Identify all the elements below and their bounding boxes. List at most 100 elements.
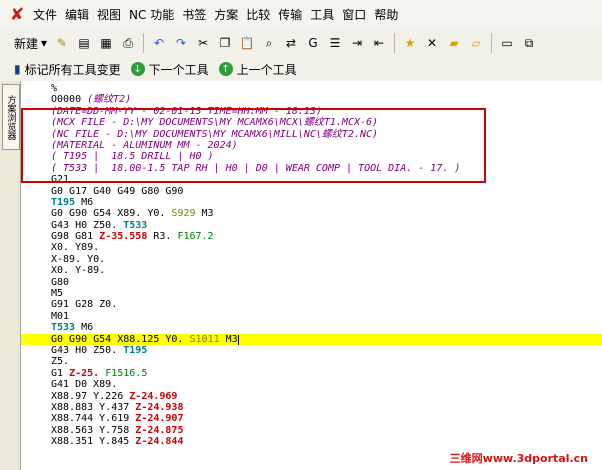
code-line[interactable]: X0. Y89. xyxy=(21,242,602,253)
code-line[interactable]: % xyxy=(21,83,602,94)
new-button[interactable]: 新建 ▾ xyxy=(0,35,51,52)
code-line[interactable]: X0. Y-89. xyxy=(21,265,602,276)
print-icon[interactable]: ⎙ xyxy=(118,33,138,53)
code-token: ( T533 | 18.00-1.5 TAP RH | H0 | D0 | WE… xyxy=(51,162,461,174)
tool-navigation-toolbar: ▮ 标记所有工具变更 ↓ 下一个工具 ↑ 上一个工具 xyxy=(0,57,602,82)
code-token: Z-24.907 xyxy=(135,413,184,425)
menu-edit[interactable]: 编辑 xyxy=(61,6,93,23)
app-logo-icon[interactable]: ✘ xyxy=(10,6,24,23)
code-line[interactable]: G0 G17 G40 G49 G80 G90 xyxy=(21,186,602,197)
arrow-down-icon: ↓ xyxy=(130,62,145,76)
menu-window[interactable]: 窗口 xyxy=(338,6,370,23)
code-line[interactable]: X-89. Y0. xyxy=(21,254,602,265)
code-line[interactable]: G43 H0 Z50. T195 xyxy=(21,345,602,356)
code-token: M6 xyxy=(75,196,94,208)
terminal-icon[interactable]: ▭ xyxy=(497,33,517,53)
watermark: 三维网www.3dportal.cn xyxy=(449,452,588,465)
code-line[interactable]: X88.97 Y.226 Z-24.969 xyxy=(21,391,602,402)
find-icon[interactable]: ⌕ xyxy=(259,33,279,53)
code-line[interactable]: ( T195 | 18.5 DRILL | H0 ) xyxy=(21,151,602,162)
code-line[interactable]: G41 D0 X89. xyxy=(21,379,602,390)
menu-project[interactable]: 方案 xyxy=(210,6,242,23)
folder-icon[interactable]: ▰ xyxy=(444,33,464,53)
code-line[interactable]: G43 H0 Z50. T533 xyxy=(21,220,602,231)
code-line[interactable]: ( T533 | 18.00-1.5 TAP RH | H0 | D0 | WE… xyxy=(21,163,602,174)
code-line[interactable]: G1 Z-25. F1516.5 xyxy=(21,368,602,379)
code-token: (DATE=DD-MM-YY - 02-01-13 TIME=HH:MM - 1… xyxy=(51,105,322,117)
code-token: % xyxy=(51,83,58,94)
code-token: T195 xyxy=(123,344,148,356)
code-line[interactable]: G80 xyxy=(21,277,602,288)
code-token: (NC FILE - D:\MY DOCUMENTS\MY MCAMX6\MIL… xyxy=(51,128,379,140)
code-token: G0 G90 G54 X88.125 Y0. xyxy=(51,333,190,345)
menu-file[interactable]: 文件 xyxy=(29,6,61,23)
code-line[interactable]: X88.563 Y.758 Z-24.875 xyxy=(21,425,602,436)
menu-bar: ✘ 文件 编辑 视图 NC 功能 书签 方案 比较 传输 工具 窗口 帮助 xyxy=(0,0,602,30)
code-line[interactable]: (MCX FILE - D:\MY DOCUMENTS\MY MCAMX6\MC… xyxy=(21,117,602,128)
code-token: O0000 xyxy=(51,94,88,106)
code-line[interactable]: M5 xyxy=(21,288,602,299)
next-tool-button[interactable]: ↓ 下一个工具 xyxy=(130,61,209,78)
code-line[interactable]: X88.351 Y.845 Z-24.844 xyxy=(21,436,602,447)
menu-bookmarks[interactable]: 书签 xyxy=(178,6,210,23)
code-line[interactable]: T533 M6 xyxy=(21,322,602,333)
project-browser-tab[interactable]: 方案浏览器 xyxy=(2,84,20,150)
code-token: X88.351 Y.845 xyxy=(51,436,136,448)
menu-transfer[interactable]: 传输 xyxy=(274,6,306,23)
previous-tool-button[interactable]: ↑ 上一个工具 xyxy=(218,61,297,78)
code-line[interactable]: G0 G90 G54 X89. Y0. S929 M3 xyxy=(21,208,602,219)
code-line[interactable]: G21 xyxy=(21,174,602,185)
code-line[interactable]: Z5. xyxy=(21,356,602,367)
menu-view[interactable]: 视图 xyxy=(93,6,125,23)
menu-help[interactable]: 帮助 xyxy=(370,6,402,23)
code-line[interactable]: T195 M6 xyxy=(21,197,602,208)
code-line-current[interactable]: G0 G90 G54 X88.125 Y0. S1011 M3 xyxy=(21,333,602,345)
code-token: G91 G28 Z0. xyxy=(51,299,118,311)
code-line[interactable]: G98 G81 Z-35.558 R3. F167.2 xyxy=(21,231,602,242)
code-line[interactable]: G91 G28 Z0. xyxy=(21,299,602,310)
edit-folder-icon[interactable]: ▱ xyxy=(466,33,486,53)
main-toolbar: 新建 ▾ ✎ ▤ ▦ ⎙ ↶ ↷ ✂ ❐ 📋 ⌕ ⇄ G ☰ ⇥ ⇤ ★ ✕ ▰… xyxy=(0,29,602,58)
code-token: X0. Y89. xyxy=(51,242,100,254)
code-token: X-89. Y0. xyxy=(51,253,106,265)
toolbar-divider xyxy=(394,33,396,53)
code-token: ( T195 | 18.5 DRILL | H0 ) xyxy=(51,151,214,163)
code-line[interactable]: (DATE=DD-MM-YY - 02-01-13 TIME=HH:MM - 1… xyxy=(21,106,602,117)
code-token: G21 xyxy=(51,174,70,186)
code-token: X88.883 Y.437 xyxy=(51,401,136,413)
code-line[interactable]: X88.744 Y.619 Z-24.907 xyxy=(21,413,602,424)
redo-icon[interactable]: ↷ xyxy=(171,33,191,53)
code-line[interactable]: M01 xyxy=(21,311,602,322)
undo-icon[interactable]: ↶ xyxy=(149,33,169,53)
align-icon[interactable]: ☰ xyxy=(325,33,345,53)
window-icon[interactable]: ⧉ xyxy=(519,33,539,53)
menu-tools[interactable]: 工具 xyxy=(306,6,338,23)
cut-icon[interactable]: ✂ xyxy=(193,33,213,53)
close-file-icon[interactable]: ✕ xyxy=(422,33,442,53)
goto-icon[interactable]: G xyxy=(303,33,323,53)
code-line[interactable]: (NC FILE - D:\MY DOCUMENTS\MY MCAMX6\MIL… xyxy=(21,129,602,140)
code-lines: % O0000 (螺纹T2) (DATE=DD-MM-YY - 02-01-13 T… xyxy=(21,83,602,448)
bookmark-icon[interactable]: ★ xyxy=(400,33,420,53)
save-icon[interactable]: ▤ xyxy=(74,33,94,53)
copy-icon[interactable]: ❐ xyxy=(215,33,235,53)
menu-nc-functions[interactable]: NC 功能 xyxy=(125,6,178,23)
replace-icon[interactable]: ⇄ xyxy=(281,33,301,53)
menu-compare[interactable]: 比较 xyxy=(242,6,274,23)
code-token: Z5. xyxy=(51,356,70,368)
code-token: X88.563 Y.758 xyxy=(51,424,136,436)
code-editor[interactable]: % O0000 (螺纹T2) (DATE=DD-MM-YY - 02-01-13 T… xyxy=(21,81,602,470)
code-line[interactable]: (MATERIAL - ALUMINUM MM - 2024) xyxy=(21,140,602,151)
open-icon[interactable]: ✎ xyxy=(52,33,72,53)
code-token: (MATERIAL - ALUMINUM MM - 2024) xyxy=(51,139,238,151)
code-line[interactable]: O0000 (螺纹T2) xyxy=(21,94,602,105)
code-token: R3. xyxy=(147,231,178,243)
toolbar-divider xyxy=(143,33,145,53)
indent-icon[interactable]: ⇥ xyxy=(347,33,367,53)
mark-all-tool-changes-button[interactable]: ▮ 标记所有工具变更 xyxy=(14,61,121,78)
code-line[interactable]: X88.883 Y.437 Z-24.938 xyxy=(21,402,602,413)
print-preview-icon[interactable]: ▦ xyxy=(96,33,116,53)
code-token: Z-35.558 xyxy=(99,231,148,243)
paste-icon[interactable]: 📋 xyxy=(237,33,257,53)
outdent-icon[interactable]: ⇤ xyxy=(369,33,389,53)
